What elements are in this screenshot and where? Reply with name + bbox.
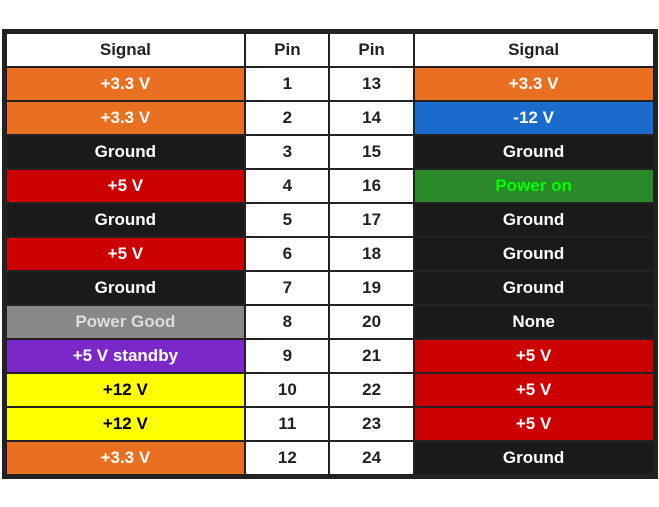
signal-left-cell: +12 V (6, 373, 246, 407)
signal-right-cell: Power on (414, 169, 654, 203)
header-pin-right: Pin (329, 33, 413, 67)
signal-left-cell: +5 V (6, 169, 246, 203)
signal-left-cell: +3.3 V (6, 101, 246, 135)
table-row: Ground315Ground (6, 135, 654, 169)
pin-right-cell: 20 (329, 305, 413, 339)
signal-right-cell: -12 V (414, 101, 654, 135)
signal-left-cell: Power Good (6, 305, 246, 339)
pin-left-cell: 12 (245, 441, 329, 475)
signal-left-cell: +3.3 V (6, 441, 246, 475)
table-row: +3.3 V214-12 V (6, 101, 654, 135)
pin-right-cell: 13 (329, 67, 413, 101)
table-row: Power Good820None (6, 305, 654, 339)
pin-left-cell: 2 (245, 101, 329, 135)
table-row: +3.3 V1224Ground (6, 441, 654, 475)
signal-left-cell: Ground (6, 203, 246, 237)
pin-right-cell: 16 (329, 169, 413, 203)
signal-right-cell: Ground (414, 135, 654, 169)
signal-right-cell: Ground (414, 203, 654, 237)
pin-left-cell: 1 (245, 67, 329, 101)
signal-right-cell: +3.3 V (414, 67, 654, 101)
table-row: +5 V standby921+5 V (6, 339, 654, 373)
pin-right-cell: 21 (329, 339, 413, 373)
signal-right-cell: +5 V (414, 339, 654, 373)
signal-left-cell: Ground (6, 135, 246, 169)
table-row: Ground719Ground (6, 271, 654, 305)
pin-left-cell: 8 (245, 305, 329, 339)
signal-left-cell: +3.3 V (6, 67, 246, 101)
signal-right-cell: Ground (414, 237, 654, 271)
pin-right-cell: 15 (329, 135, 413, 169)
table-row: Ground517Ground (6, 203, 654, 237)
pin-left-cell: 11 (245, 407, 329, 441)
signal-right-cell: Ground (414, 441, 654, 475)
pin-left-cell: 5 (245, 203, 329, 237)
pin-left-cell: 9 (245, 339, 329, 373)
signal-left-cell: Ground (6, 271, 246, 305)
pin-left-cell: 4 (245, 169, 329, 203)
table-row: +5 V618Ground (6, 237, 654, 271)
pin-right-cell: 22 (329, 373, 413, 407)
pin-right-cell: 17 (329, 203, 413, 237)
atx-connector-table: Signal Pin Pin Signal +3.3 V113+3.3 V+3.… (2, 29, 658, 479)
signal-left-cell: +12 V (6, 407, 246, 441)
pin-right-cell: 14 (329, 101, 413, 135)
pin-left-cell: 3 (245, 135, 329, 169)
pin-left-cell: 6 (245, 237, 329, 271)
pin-right-cell: 24 (329, 441, 413, 475)
signal-left-cell: +5 V standby (6, 339, 246, 373)
header-signal-left: Signal (6, 33, 246, 67)
signal-right-cell: None (414, 305, 654, 339)
pin-right-cell: 19 (329, 271, 413, 305)
table-row: +12 V1022+5 V (6, 373, 654, 407)
table-row: +3.3 V113+3.3 V (6, 67, 654, 101)
table-row: +12 V1123+5 V (6, 407, 654, 441)
header-pin-left: Pin (245, 33, 329, 67)
signal-left-cell: +5 V (6, 237, 246, 271)
pin-left-cell: 7 (245, 271, 329, 305)
pin-left-cell: 10 (245, 373, 329, 407)
signal-right-cell: Ground (414, 271, 654, 305)
pin-right-cell: 23 (329, 407, 413, 441)
header-signal-right: Signal (414, 33, 654, 67)
table-row: +5 V416Power on (6, 169, 654, 203)
signal-right-cell: +5 V (414, 407, 654, 441)
pin-right-cell: 18 (329, 237, 413, 271)
signal-right-cell: +5 V (414, 373, 654, 407)
